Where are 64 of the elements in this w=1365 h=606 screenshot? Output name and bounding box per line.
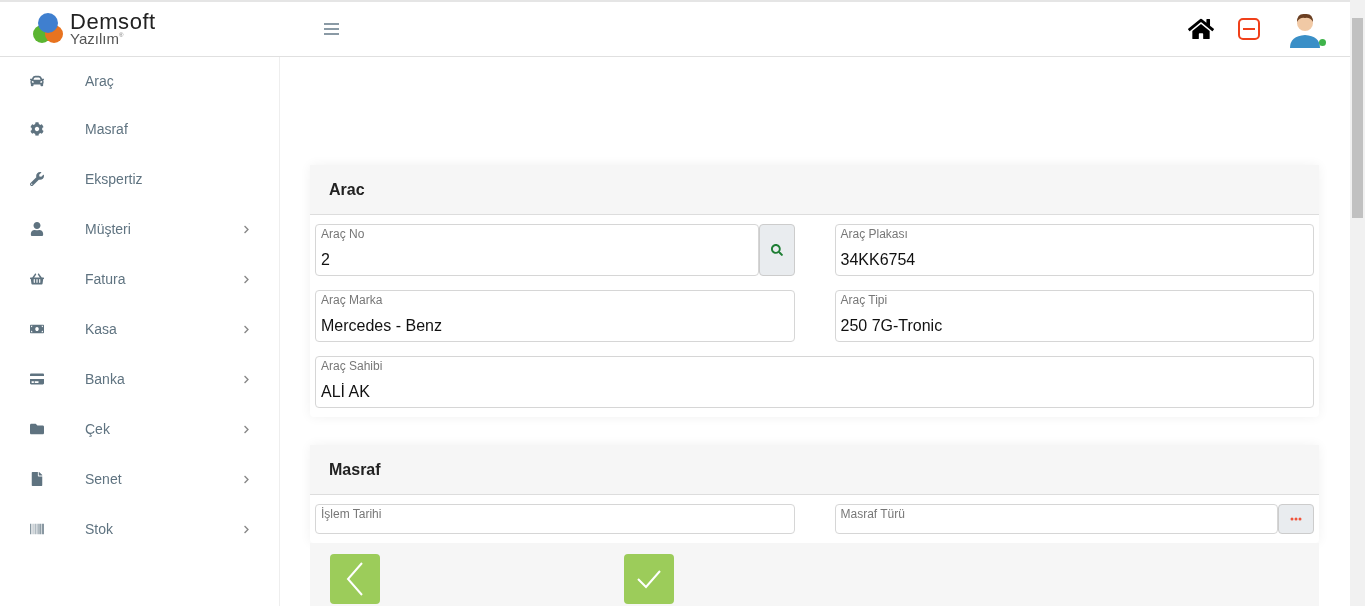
sidebar-label: Araç	[85, 71, 115, 91]
back-icon	[346, 561, 364, 596]
sidebar-item[interactable]: Masraf	[0, 104, 279, 154]
field-value: 34KK6754	[840, 250, 917, 270]
field-label: İşlem Tarihi	[321, 506, 383, 522]
field-label: Masraf Türü	[840, 506, 906, 522]
check-icon	[636, 568, 662, 589]
sidebar-item[interactable]: Kasa	[0, 304, 279, 354]
card-title: Masraf	[329, 459, 381, 480]
sidebar-label: Müşteri	[85, 219, 132, 239]
sidebar-label: Masraf	[85, 119, 129, 139]
sidebar-item[interactable]: Stok	[0, 504, 279, 554]
sidebar-item[interactable]: Ekspertiz	[0, 154, 279, 204]
logo-title: Demsoft	[70, 12, 156, 32]
sidebar-label: Kasa	[85, 319, 118, 339]
field-value: 2	[321, 250, 331, 270]
input-field[interactable]: Araç Plakası 34KK6754	[834, 224, 1314, 276]
user-icon	[30, 222, 44, 236]
folder-icon	[30, 422, 44, 436]
menu-button[interactable]	[324, 23, 339, 35]
input-field[interactable]: Masraf Türü	[834, 504, 1278, 534]
input-field[interactable]: Araç No 2	[315, 224, 759, 276]
field-label: Araç Plakası	[840, 226, 909, 242]
logo-subtitle: Yazılım	[70, 32, 119, 46]
input-field[interactable]: Araç Tipi 250 7G-Tronic	[834, 290, 1314, 342]
input-field[interactable]: Araç Marka Mercedes - Benz	[315, 290, 795, 342]
sidebar-item[interactable]: Banka	[0, 354, 279, 404]
sidebar-item[interactable]: Fatura	[0, 254, 279, 304]
home-icon[interactable]	[1188, 16, 1214, 42]
confirm-button[interactable]	[624, 553, 674, 604]
sidebar-label: Senet	[85, 469, 123, 489]
gear-icon	[30, 122, 44, 136]
sidebar-item[interactable]: Çek	[0, 404, 279, 454]
back-button[interactable]	[330, 553, 380, 604]
sidebar-label: Fatura	[85, 269, 127, 289]
sidebar-label: Banka	[85, 369, 126, 389]
field-value: ALİ AK	[321, 382, 371, 402]
barcode-icon	[30, 522, 44, 536]
sidebar-label: Çek	[85, 419, 111, 439]
sidebar-label: Ekspertiz	[85, 169, 144, 189]
search-button[interactable]	[758, 224, 795, 276]
field-value: Mercedes - Benz	[321, 316, 443, 336]
sidebar-item[interactable]: Müşteri	[0, 204, 279, 254]
search-icon	[770, 244, 783, 256]
minimize-icon[interactable]	[1238, 18, 1260, 40]
field-label: Araç Tipi	[840, 292, 889, 308]
field-label: Araç Marka	[321, 292, 384, 308]
more-icon	[1290, 517, 1302, 521]
field-label: Araç Sahibi	[321, 358, 384, 374]
basket-icon	[30, 272, 44, 286]
sidebar-label: Stok	[85, 519, 114, 539]
banknote-icon	[30, 322, 44, 336]
field-value: 250 7G-Tronic	[840, 316, 944, 336]
logo-icon	[32, 12, 66, 46]
credit-card-icon	[30, 372, 44, 386]
file-icon	[30, 472, 44, 486]
sidebar-item[interactable]: Araç	[0, 58, 279, 104]
wrench-icon	[30, 172, 44, 186]
car-icon	[30, 74, 44, 88]
field-label: Araç No	[321, 226, 366, 242]
card-title: Arac	[329, 179, 365, 200]
sidebar-item[interactable]: Senet	[0, 454, 279, 504]
input-field[interactable]: Araç Sahibi ALİ AK	[315, 356, 1314, 408]
input-field[interactable]: İşlem Tarihi	[315, 504, 795, 534]
